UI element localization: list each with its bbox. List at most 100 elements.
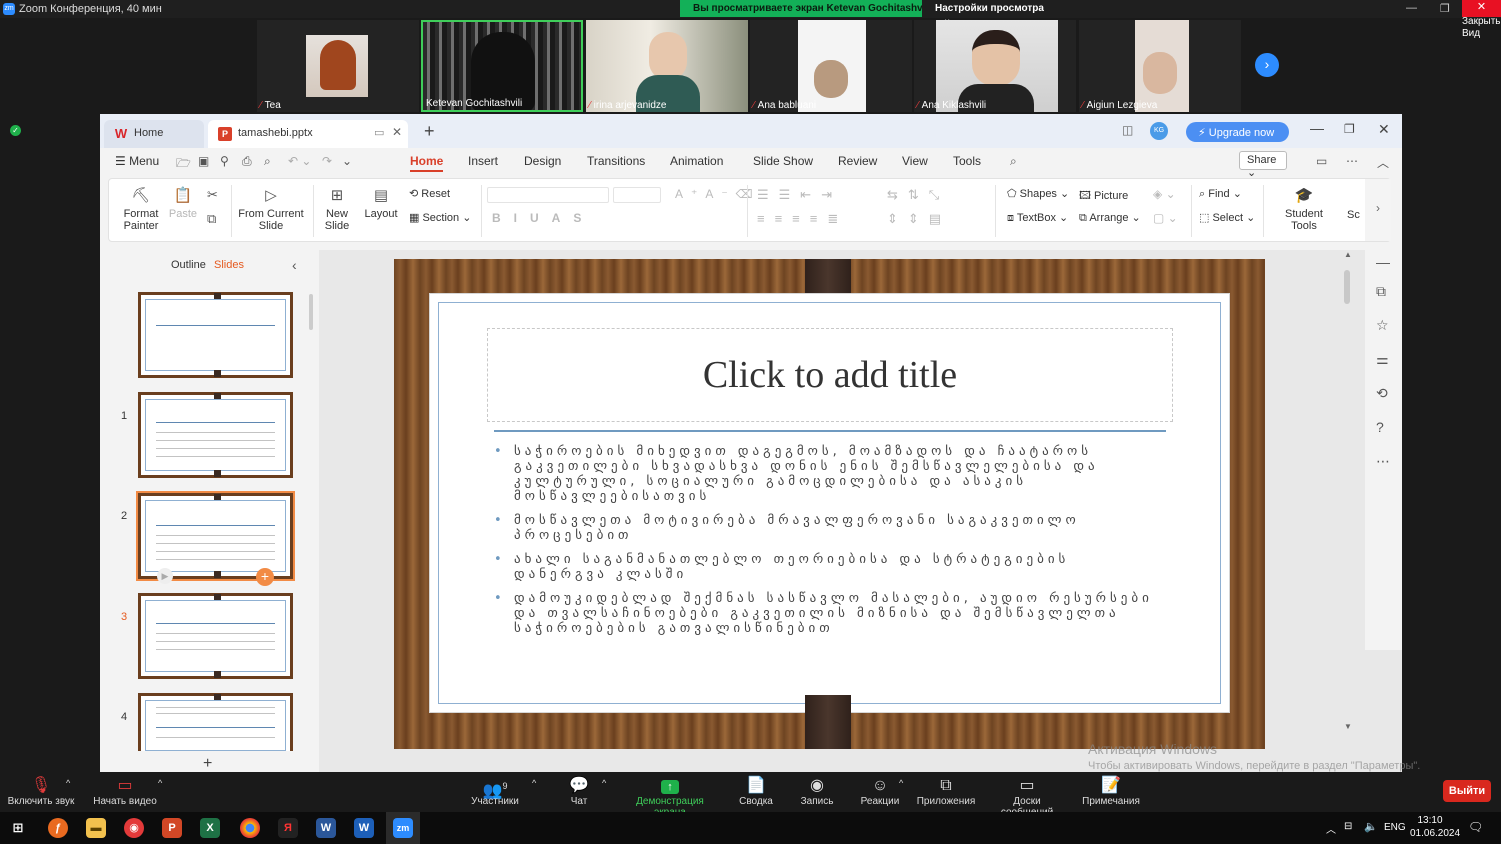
share-button[interactable]: Share ⌄ xyxy=(1239,151,1287,179)
search-icon[interactable]: ⌕ xyxy=(1010,154,1017,169)
participant-tile[interactable]: ⁄ Aigiun Lezgieva xyxy=(1079,20,1241,112)
text-direction-icons[interactable]: ⇆⇅⤡ xyxy=(887,187,949,203)
student-tools-button[interactable]: 🎓 Student Tools xyxy=(1271,187,1337,232)
tab-tools[interactable]: Tools xyxy=(953,154,981,168)
print-icon[interactable]: ⎙ xyxy=(242,154,252,169)
quick-access-dropdown-icon[interactable]: ⌄ xyxy=(342,154,352,168)
arrange-button[interactable]: ⧉ Arrange ⌄ xyxy=(1079,211,1141,225)
comment-icon[interactable]: ▭ xyxy=(1316,154,1327,168)
restore-icon[interactable]: ❐ xyxy=(1344,122,1355,136)
save-icon[interactable]: ▣ xyxy=(198,154,209,168)
file-explorer-icon[interactable]: ▬ xyxy=(86,818,106,838)
tab-home[interactable]: Home xyxy=(410,154,444,172)
language-indicator[interactable]: ENG xyxy=(1384,822,1406,833)
add-slide-button[interactable]: + xyxy=(203,755,212,773)
tab-slide-show[interactable]: Slide Show xyxy=(753,154,813,168)
title-placeholder[interactable]: Click to add title xyxy=(487,328,1173,422)
tray-chevron-icon[interactable]: ︿ xyxy=(1326,821,1336,836)
powerpoint-icon[interactable]: P xyxy=(162,818,182,838)
wps-office-icon[interactable]: W xyxy=(354,818,374,838)
textbox-button[interactable]: ⧈ TextBox ⌄ xyxy=(1007,211,1068,225)
minus-icon[interactable]: — xyxy=(1376,254,1390,270)
print-preview-icon[interactable]: ⌕ xyxy=(264,154,271,169)
participant-tile-active[interactable]: Ketevan Gochitashvili xyxy=(421,20,583,112)
tab-slides[interactable]: Slides xyxy=(214,259,244,271)
tab-design[interactable]: Design xyxy=(524,154,561,168)
tab-transitions[interactable]: Transitions xyxy=(587,154,645,168)
firefox-icon[interactable]: ƒ xyxy=(48,818,68,838)
collapse-ribbon-icon[interactable]: ︿ xyxy=(1377,154,1389,171)
participants-button[interactable]: 👥9 Участники xyxy=(468,776,522,807)
avatar[interactable]: KG xyxy=(1150,122,1168,140)
slide-thumbnail-2[interactable] xyxy=(138,392,293,478)
chat-options-icon[interactable]: ^ xyxy=(602,778,606,788)
undo-icon[interactable]: ↶ ⌄ xyxy=(288,154,311,168)
outline-icon[interactable]: ▢ ⌄ xyxy=(1153,211,1178,225)
menu-button[interactable]: ☰ Menu xyxy=(115,154,159,168)
copy-layers-icon[interactable]: ⧉ xyxy=(1376,283,1386,300)
slide-thumbnail-3-selected[interactable]: ▶ + xyxy=(136,491,295,586)
add-slide-icon[interactable]: + xyxy=(256,568,274,586)
slide-thumbnail-1[interactable] xyxy=(138,292,293,378)
screen-icon[interactable]: ▭ xyxy=(374,126,384,139)
close-window-icon[interactable]: ✕ xyxy=(1378,121,1390,138)
collapse-panel-icon[interactable]: ‹ xyxy=(292,257,297,273)
yandex-browser-icon[interactable]: Я xyxy=(278,818,298,838)
summary-button[interactable]: 📄 Сводка xyxy=(736,776,776,807)
network-icon[interactable]: ⊟ xyxy=(1344,821,1352,832)
word-icon[interactable]: W xyxy=(316,818,336,838)
workspace-icon[interactable]: ◫ xyxy=(1122,123,1133,137)
export-icon[interactable]: ⚲ xyxy=(220,154,229,168)
close-icon[interactable]: ✕ xyxy=(1462,0,1501,17)
from-current-slide-button[interactable]: ▷ From Current Slide xyxy=(237,187,305,232)
panel-scrollbar[interactable] xyxy=(309,294,313,330)
font-size-select[interactable] xyxy=(613,187,661,203)
help-icon[interactable]: ? xyxy=(1376,419,1384,435)
view-label[interactable]: Вид xyxy=(1462,28,1480,39)
next-page-icon[interactable]: › xyxy=(1255,53,1279,77)
line-spacing-icons[interactable]: ⇕⇕▤ xyxy=(887,211,951,227)
slide-canvas[interactable]: Click to add title საჭიროების მიხედვით დ… xyxy=(394,259,1265,749)
adjust-icon[interactable]: ⚌ xyxy=(1376,351,1389,368)
content-placeholder[interactable]: საჭიროების მიხედვით დაგეგმოს, მოამზადოს … xyxy=(494,444,1166,645)
audio-options-icon[interactable]: ^ xyxy=(66,778,70,788)
view-settings-button[interactable]: Настройки просмотра ⌄ xyxy=(922,0,1058,25)
layout-button[interactable]: ▤ Layout xyxy=(359,187,403,220)
format-painter-button[interactable]: ⛏ Format Painter xyxy=(117,187,165,232)
participant-tile[interactable]: ⁄ Ana Kiklashvili xyxy=(914,20,1076,112)
minimize-icon[interactable]: — xyxy=(1406,2,1417,14)
notifications-icon[interactable]: 🗨 xyxy=(1468,820,1483,834)
select-button[interactable]: ⬚ Select ⌄ xyxy=(1199,211,1255,224)
font-name-select[interactable] xyxy=(487,187,609,203)
notes-button[interactable]: 📝 Примечания xyxy=(1082,776,1140,807)
record-button[interactable]: ◉ Запись xyxy=(798,776,836,807)
ribbon-scroll-right-icon[interactable]: › xyxy=(1365,179,1391,241)
open-file-icon[interactable]: 🗁 xyxy=(176,154,191,175)
reactions-options-icon[interactable]: ^ xyxy=(899,778,903,788)
clock[interactable]: 13:10 01.06.2024 xyxy=(1410,814,1460,840)
reactions-button[interactable]: ☺ Реакции xyxy=(860,776,900,807)
more-icon[interactable]: ⋯ xyxy=(1346,154,1358,168)
copy-icon[interactable]: ⧉ xyxy=(207,211,216,227)
star-icon[interactable]: ☆ xyxy=(1376,317,1389,334)
tab-home[interactable]: W Home xyxy=(104,120,204,148)
volume-icon[interactable]: 🔈 xyxy=(1364,820,1378,833)
tab-animation[interactable]: Animation xyxy=(670,154,723,168)
align-icons[interactable]: ≡≡≡≡≣ xyxy=(757,211,848,227)
excel-icon[interactable]: X xyxy=(200,818,220,838)
chat-button[interactable]: 💬 Чат xyxy=(564,776,594,807)
tab-insert[interactable]: Insert xyxy=(468,154,498,168)
slide-thumbnail-4[interactable] xyxy=(138,593,293,679)
reset-button[interactable]: ⟲ Reset xyxy=(409,187,450,200)
app-icon[interactable]: ◉ xyxy=(124,818,144,838)
picture-button[interactable]: 🖾 Picture xyxy=(1079,187,1128,206)
zoom-taskbar-button[interactable]: zm xyxy=(386,812,420,844)
section-button[interactable]: ▦ Section ⌄ xyxy=(409,211,471,224)
paste-button[interactable]: 📋 Paste xyxy=(167,187,199,220)
play-slide-icon[interactable]: ▶ xyxy=(157,568,173,584)
redo-icon[interactable]: ↷ xyxy=(322,154,332,168)
new-slide-button[interactable]: ⊞ New Slide xyxy=(319,187,355,232)
tab-review[interactable]: Review xyxy=(838,154,877,168)
new-tab-icon[interactable]: + xyxy=(424,121,435,142)
font-style-buttons[interactable]: BIUAS xyxy=(492,211,594,225)
